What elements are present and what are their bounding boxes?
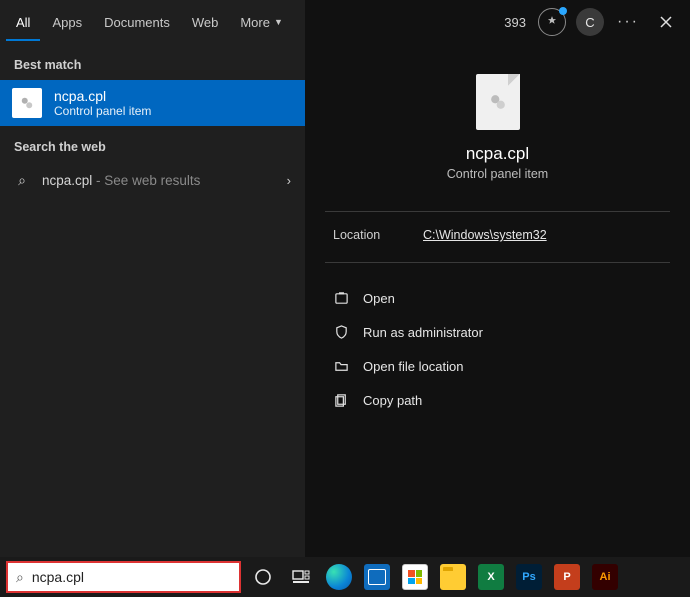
chevron-right-icon: › <box>287 173 291 188</box>
action-copy-path[interactable]: Copy path <box>319 383 676 417</box>
app-excel[interactable]: X <box>475 561 507 593</box>
rewards-badge[interactable] <box>538 8 566 36</box>
taskbar-search-box[interactable]: ⌕ <box>6 561 241 593</box>
action-run-admin[interactable]: Run as administrator <box>319 315 676 349</box>
search-icon: ⌕ <box>16 569 24 586</box>
app-file-explorer[interactable] <box>437 561 469 593</box>
tab-documents[interactable]: Documents <box>94 4 180 41</box>
app-illustrator[interactable]: Ai <box>589 561 621 593</box>
divider <box>325 262 670 263</box>
rewards-points: 393 <box>504 15 526 30</box>
preview-title: ncpa.cpl <box>466 144 529 164</box>
best-match-title: ncpa.cpl <box>54 88 151 104</box>
app-edge[interactable] <box>323 561 355 593</box>
best-match-result[interactable]: ncpa.cpl Control panel item <box>0 80 305 126</box>
results-column: All Apps Documents Web More ▼ Best match… <box>0 0 305 557</box>
tab-all[interactable]: All <box>6 4 40 41</box>
section-best-match: Best match <box>0 44 305 80</box>
app-photoshop[interactable]: Ps <box>513 561 545 593</box>
search-icon: ⌕ <box>14 172 30 189</box>
web-result-term: ncpa.cpl <box>42 173 92 188</box>
tab-more[interactable]: More ▼ <box>230 4 293 41</box>
cortana-button[interactable] <box>247 561 279 593</box>
app-mail[interactable] <box>361 561 393 593</box>
best-match-subtitle: Control panel item <box>54 104 151 118</box>
chevron-down-icon: ▼ <box>274 17 283 27</box>
action-copy-path-label: Copy path <box>363 393 422 408</box>
divider <box>325 211 670 212</box>
web-result-suffix: - See web results <box>92 173 200 188</box>
notification-dot-icon <box>559 7 567 15</box>
best-match-text: ncpa.cpl Control panel item <box>54 88 151 118</box>
task-view-button[interactable] <box>285 561 317 593</box>
taskbar: ⌕ X Ps P Ai <box>0 557 690 597</box>
file-type-icon <box>476 74 520 130</box>
shield-icon <box>333 324 349 340</box>
more-options-button[interactable]: ··· <box>614 8 642 36</box>
taskbar-search-input[interactable] <box>32 569 231 585</box>
action-open-location[interactable]: Open file location <box>319 349 676 383</box>
web-result-text: ncpa.cpl - See web results <box>42 173 275 188</box>
app-powerpoint[interactable]: P <box>551 561 583 593</box>
copy-icon <box>333 392 349 408</box>
account-avatar[interactable]: C <box>576 8 604 36</box>
meta-location: Location C:\Windows\system32 <box>305 224 690 250</box>
open-icon <box>333 290 349 306</box>
preview-hero: ncpa.cpl Control panel item <box>305 44 690 199</box>
preview-column: 393 C ··· ncpa.cpl Control panel item Lo… <box>305 0 690 557</box>
action-open-label: Open <box>363 291 395 306</box>
meta-location-label: Location <box>333 228 423 242</box>
preview-subtitle: Control panel item <box>447 167 548 181</box>
scope-tabs: All Apps Documents Web More ▼ <box>0 0 305 44</box>
action-open[interactable]: Open <box>319 281 676 315</box>
tab-web[interactable]: Web <box>182 4 229 41</box>
folder-icon <box>333 358 349 374</box>
web-result[interactable]: ⌕ ncpa.cpl - See web results › <box>0 162 305 199</box>
app-store[interactable] <box>399 561 431 593</box>
tab-more-label: More <box>240 15 270 30</box>
actions-list: Open Run as administrator Open file loca… <box>305 275 690 423</box>
section-search-web: Search the web <box>0 126 305 162</box>
action-run-admin-label: Run as administrator <box>363 325 483 340</box>
tab-apps[interactable]: Apps <box>42 4 92 41</box>
preview-header: 393 C ··· <box>305 0 690 44</box>
control-panel-file-icon <box>12 88 42 118</box>
meta-location-value[interactable]: C:\Windows\system32 <box>423 228 547 242</box>
action-open-location-label: Open file location <box>363 359 463 374</box>
search-panel: All Apps Documents Web More ▼ Best match… <box>0 0 690 557</box>
close-button[interactable] <box>652 8 680 36</box>
